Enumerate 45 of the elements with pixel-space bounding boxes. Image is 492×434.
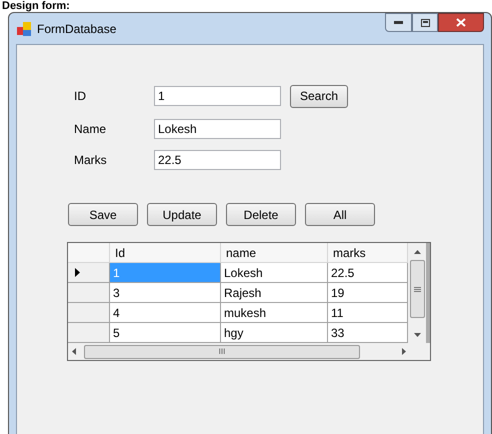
table-cell: 19 <box>328 283 408 302</box>
table-cell: Lokesh <box>221 263 328 282</box>
minimize-icon <box>394 21 403 24</box>
maximize-icon <box>420 18 430 26</box>
scroll-right-icon <box>402 348 406 355</box>
table-cell: mukesh <box>221 303 328 322</box>
field-label: ID <box>74 88 87 105</box>
text-field[interactable]: 1 <box>154 86 281 106</box>
table-cell: hgy <box>221 323 328 342</box>
page-heading: Design form: <box>2 0 70 12</box>
grip-icon <box>414 286 420 292</box>
table-cell: 3 <box>110 283 221 302</box>
table-cell: 33 <box>328 323 408 342</box>
scroll-thumb[interactable] <box>410 260 424 318</box>
field-label: Name <box>74 121 108 138</box>
text-field[interactable]: Lokesh <box>154 119 281 139</box>
horizontal-scrollbar[interactable]: III <box>68 343 430 360</box>
table-cell: Rajesh <box>221 283 328 302</box>
action-button[interactable]: Save <box>68 203 138 226</box>
row-header[interactable] <box>68 263 110 282</box>
field-label: Marks <box>74 152 108 169</box>
vertical-scrollbar[interactable] <box>408 243 426 343</box>
app-icon <box>17 22 31 36</box>
scroll-down-icon <box>414 333 420 337</box>
column-header[interactable]: name <box>221 243 328 262</box>
text-field[interactable]: 22.5 <box>154 150 281 170</box>
close-icon <box>456 18 466 27</box>
table-cell: 11 <box>328 303 408 322</box>
action-button[interactable]: Delete <box>226 203 296 226</box>
table-cell: 1 <box>110 263 221 282</box>
close-button[interactable] <box>438 13 484 32</box>
scroll-left-icon <box>72 348 76 355</box>
current-row-icon <box>75 268 80 277</box>
table-cell: 4 <box>110 303 221 322</box>
maximize-button[interactable] <box>412 13 438 32</box>
minimize-button[interactable] <box>385 13 412 32</box>
scroll-up-icon <box>414 250 420 254</box>
action-button[interactable]: All <box>305 203 375 226</box>
scroll-thumb[interactable]: III <box>84 344 360 358</box>
table-cell: 22.5 <box>328 263 408 282</box>
column-header[interactable]: Id <box>110 243 221 262</box>
action-button[interactable]: Update <box>147 203 217 226</box>
window-title: FormDatabase <box>37 20 116 38</box>
table-cell: 5 <box>110 323 221 342</box>
action-button[interactable]: Search <box>290 84 348 108</box>
